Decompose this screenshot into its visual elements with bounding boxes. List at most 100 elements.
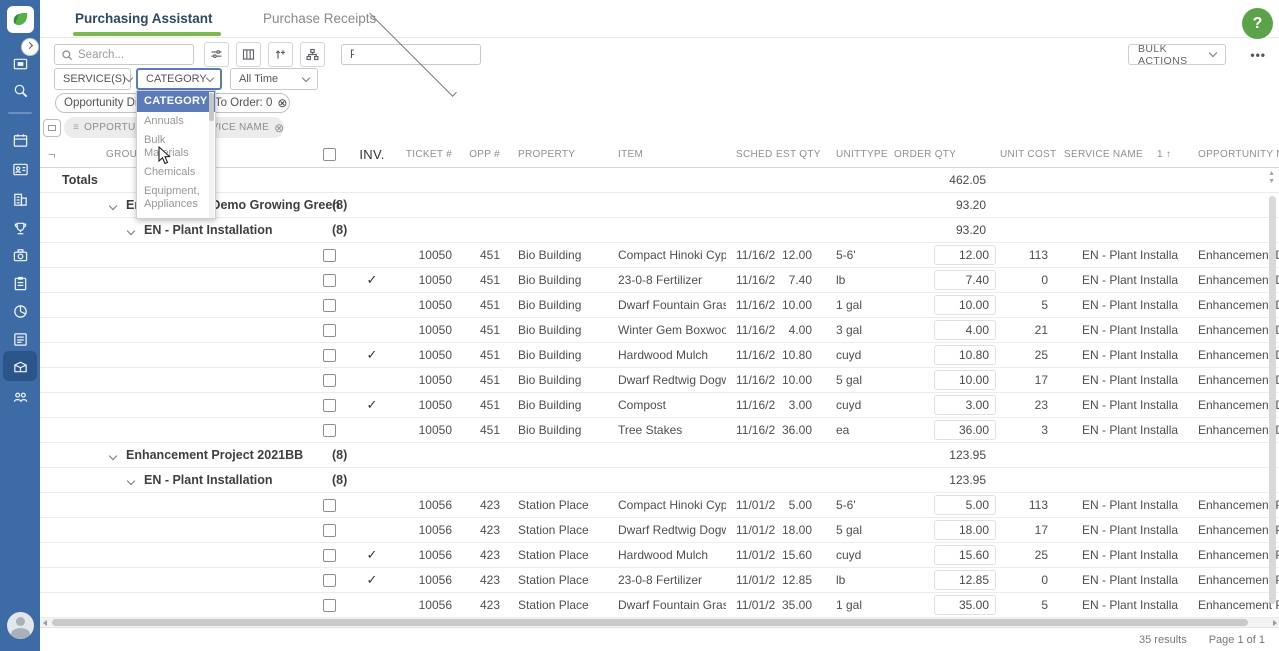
time-filter-select[interactable]: All Time (230, 68, 318, 90)
camera-icon[interactable] (0, 243, 40, 267)
dropdown-scrollbar-track[interactable] (209, 92, 214, 218)
screens-icon[interactable] (0, 52, 40, 76)
row-checkbox[interactable] (314, 374, 344, 387)
dropdown-item-chemicals[interactable]: Chemicals (137, 163, 215, 182)
horizontal-scrollbar[interactable] (52, 619, 1248, 626)
column-unit-cost[interactable]: UNIT COST (1000, 149, 1056, 160)
item-name: Compact Hinoki Cypress (608, 248, 726, 262)
subgroup-order-qty-total: 93.20 (892, 223, 986, 237)
horizontal-scrollbar-track[interactable] (40, 618, 1279, 627)
order-qty-input[interactable] (934, 295, 996, 315)
dropdown-item-equipment-appliances[interactable]: Equipment, Appliances (137, 182, 209, 214)
chevron-down-icon[interactable] (127, 477, 135, 485)
row-checkbox[interactable] (314, 399, 344, 412)
column-sched[interactable]: SCHED (726, 149, 776, 160)
group-count: (8) (332, 448, 347, 462)
order-qty-input[interactable] (934, 270, 996, 290)
bulk-actions-button[interactable]: BULK ACTIONS (1128, 44, 1226, 65)
purchasing-box-icon[interactable] (0, 354, 40, 378)
user-avatar[interactable] (7, 612, 34, 639)
scroll-right-arrow[interactable] (1273, 620, 1277, 626)
app-logo[interactable] (7, 6, 34, 33)
service-filter-select[interactable]: SERVICE(S) (54, 68, 131, 90)
chevron-down-icon[interactable] (127, 227, 135, 235)
company-icon[interactable] (0, 187, 40, 211)
row-checkbox[interactable] (314, 574, 344, 587)
pie-chart-icon[interactable] (0, 299, 40, 323)
order-qty-input[interactable] (934, 420, 996, 440)
select-all-checkbox[interactable] (314, 148, 344, 161)
sort-button[interactable] (268, 42, 293, 67)
help-button[interactable]: ? (1242, 8, 1273, 39)
order-qty-input[interactable] (934, 570, 996, 590)
hierarchy-button[interactable] (300, 42, 325, 67)
vertical-scrollbar[interactable] (1269, 196, 1276, 604)
column-property[interactable]: PROPERTY (508, 149, 608, 160)
unit-cost: 25 (1000, 348, 1056, 362)
team-icon[interactable] (0, 385, 40, 409)
column-inv[interactable]: INV. (344, 147, 400, 162)
column-est-qty[interactable]: EST QTY (776, 149, 830, 160)
dropdown-item-exterior[interactable]: Exterior (137, 214, 215, 219)
scroll-left-arrow[interactable] (43, 620, 47, 626)
collapse-all-icon[interactable]: ¬ (40, 147, 64, 162)
close-icon[interactable]: ⊗ (274, 121, 284, 135)
search-input[interactable] (78, 49, 178, 61)
row-checkbox[interactable] (314, 549, 344, 562)
row-checkbox[interactable] (314, 299, 344, 312)
order-qty-input[interactable] (934, 320, 996, 340)
row-checkbox[interactable] (314, 349, 344, 362)
ticket-number: 10056 (400, 523, 460, 537)
row-checkbox[interactable] (314, 599, 344, 612)
subgroup-row[interactable]: EN - Plant Installation (8) 123.95 (40, 468, 1279, 493)
trophy-icon[interactable] (0, 216, 40, 240)
group-row[interactable]: Enhancement Demo Growing Green (8) 93.20 (40, 193, 1279, 218)
group-settings-icon[interactable] (43, 119, 61, 137)
chevron-down-icon[interactable] (109, 202, 117, 210)
dropdown-scrollbar[interactable] (209, 93, 214, 121)
column-service-name[interactable]: SERVICE NAME1 ↑ (1056, 149, 1178, 160)
tab-purchasing-assistant[interactable]: Purchasing Assistant (75, 0, 213, 38)
order-qty-input[interactable] (934, 370, 996, 390)
order-qty-input[interactable] (934, 345, 996, 365)
row-checkbox[interactable] (314, 324, 344, 337)
column-item[interactable]: ITEM (608, 149, 726, 160)
order-qty-input[interactable] (934, 495, 996, 515)
row-checkbox[interactable] (314, 274, 344, 287)
dropdown-item-category[interactable]: CATEGORY (137, 91, 215, 112)
sidebar-expand-button[interactable] (21, 38, 39, 56)
order-qty-input[interactable] (934, 520, 996, 540)
columns-button[interactable] (236, 42, 261, 67)
filter-settings-button[interactable] (204, 42, 229, 67)
order-qty-input[interactable] (934, 245, 996, 265)
column-ticket[interactable]: TICKET # (400, 149, 460, 160)
more-actions-button[interactable]: ••• (1250, 44, 1266, 65)
group-row[interactable]: Enhancement Project 2021BB (8) 123.95 (40, 443, 1279, 468)
close-icon[interactable]: ⊗ (277, 96, 287, 110)
chevron-down-icon[interactable] (109, 452, 117, 460)
search-box[interactable] (54, 44, 194, 65)
drag-handle-icon[interactable]: ≡ (73, 122, 79, 133)
row-checkbox[interactable] (314, 499, 344, 512)
view-select[interactable]: Purchase Needs for Enhan (341, 44, 481, 65)
contacts-icon[interactable] (0, 157, 40, 181)
order-qty-input[interactable] (934, 595, 996, 615)
search-icon[interactable] (0, 78, 40, 102)
forms-icon[interactable] (0, 327, 40, 351)
dropdown-item-annuals[interactable]: Annuals (137, 112, 215, 131)
row-checkbox[interactable] (314, 524, 344, 537)
calendar-icon[interactable] (0, 128, 40, 152)
column-order-qty[interactable]: ORDER QTY (892, 149, 1000, 160)
column-opportunity-name[interactable]: OPPORTUNITY NAME (1178, 149, 1279, 160)
subgroup-row[interactable]: EN - Plant Installation (8) 93.20 (40, 218, 1279, 243)
row-checkbox[interactable] (314, 424, 344, 437)
row-checkbox[interactable] (314, 249, 344, 262)
clipboard-icon[interactable] (0, 271, 40, 295)
order-qty-input[interactable] (934, 395, 996, 415)
column-opp[interactable]: OPP # (460, 149, 508, 160)
column-unittype[interactable]: UNITTYPE (830, 149, 892, 160)
category-filter-select[interactable]: CATEGORY (136, 68, 222, 90)
order-qty-input[interactable] (934, 545, 996, 565)
vertical-scrollbar-arrows[interactable]: ▲▼ (1268, 170, 1275, 186)
tab-purchase-receipts[interactable]: Purchase Receipts (263, 0, 376, 38)
